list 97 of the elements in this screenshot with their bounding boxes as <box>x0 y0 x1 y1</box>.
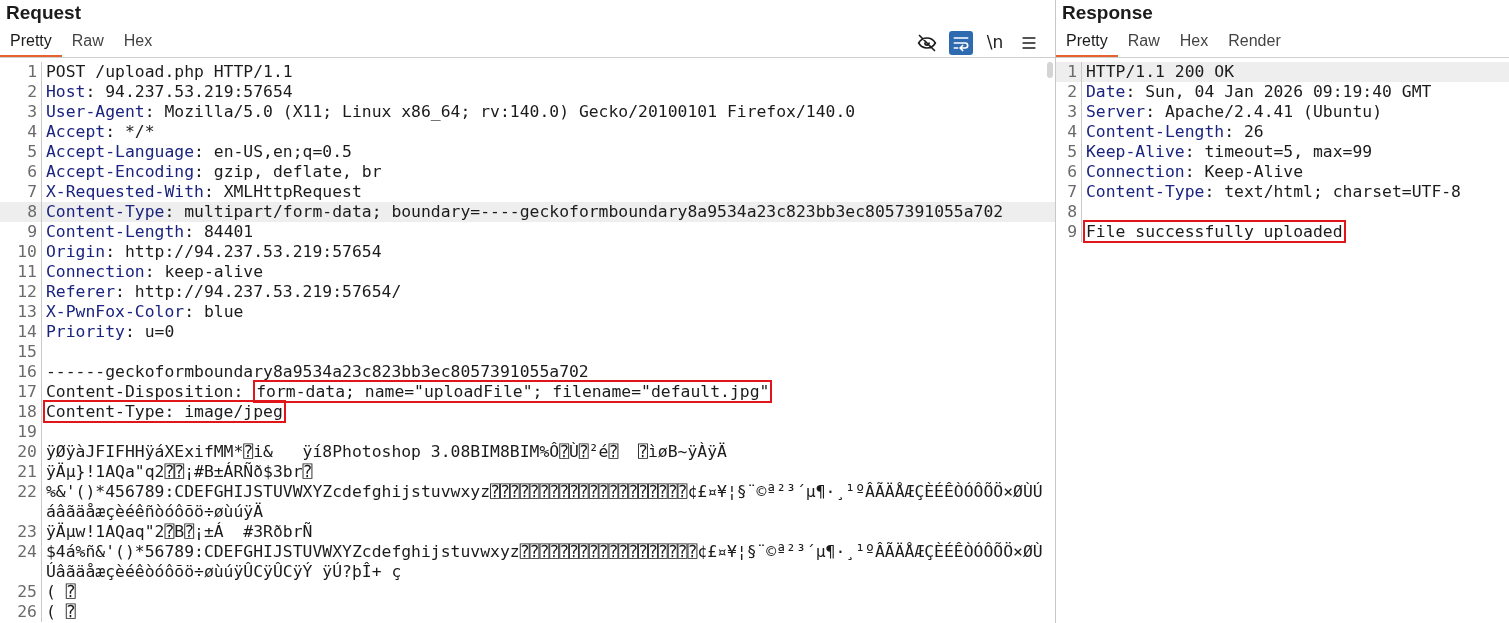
header-name: Content-Length <box>46 222 185 241</box>
code-text: : 84401 <box>184 222 254 241</box>
line-number: 22 <box>0 482 42 522</box>
line-number: 3 <box>0 102 42 122</box>
tab[interactable]: Hex <box>113 27 163 57</box>
code-text: ÿØÿàJFIFHHÿáXExifMM*⍰i& ÿí8Photoshop 3.08BIM8BIM%Ô⍰Ù⍰²é⍰ ⍰ìøB~ÿÀÿÄ <box>46 442 727 461</box>
line-number: 2 <box>0 82 42 102</box>
line-number: 3 <box>1056 102 1082 122</box>
header-name: Origin <box>46 242 106 261</box>
line-number: 18 <box>0 402 42 422</box>
header-name: Content-Type <box>1086 182 1205 201</box>
code-text: : keep-alive <box>144 262 264 281</box>
line-number: 23 <box>0 522 42 542</box>
header-name: Content-Length <box>1086 122 1225 141</box>
code-text: ÿÄµ}!1AQa"q2⍰⍰¡#B±ÁRÑð$3br⍰ <box>46 462 313 481</box>
tab[interactable]: Pretty <box>1056 27 1118 57</box>
code-text: HTTP/1.1 200 OK <box>1086 62 1235 81</box>
line-number: 6 <box>0 162 42 182</box>
code-text: : Sun, 04 Jan 2026 09:19:40 GMT <box>1125 82 1432 101</box>
panel-title: Response <box>1061 1 1154 25</box>
line-number: 25 <box>0 582 42 602</box>
line-number: 10 <box>0 242 42 262</box>
line-number: 12 <box>0 282 42 302</box>
tab[interactable]: Raw <box>1117 27 1170 57</box>
code-text: : Keep-Alive <box>1184 162 1304 181</box>
line-number: 11 <box>0 262 42 282</box>
line-number: 24 <box>0 542 42 582</box>
line-number: 4 <box>1056 122 1082 142</box>
code-text: ( ⍰ <box>46 602 76 621</box>
line-number: 17 <box>0 382 42 402</box>
line-number: 15 <box>0 342 42 362</box>
line-number: 5 <box>0 142 42 162</box>
line-number: 6 <box>1056 162 1082 182</box>
header-name: Connection <box>1086 162 1185 181</box>
code-text: : multipart/form-data; boundary=----geckoformboundary8a9534a23c823bb3ec8057391055a702 <box>164 202 1004 221</box>
code-text: POST /upload.php HTTP/1.1 <box>46 62 293 81</box>
code-text: : Apache/2.4.41 (Ubuntu) <box>1145 102 1383 121</box>
header-name: Connection <box>46 262 145 281</box>
line-number: 1 <box>1056 62 1082 82</box>
code-text: : */* <box>105 122 155 141</box>
tab[interactable]: Raw <box>61 27 114 57</box>
header-name: Keep-Alive <box>1086 142 1185 161</box>
line-number: 9 <box>1056 222 1082 242</box>
code-text: $4á%ñ&'()*56789:CDEFGHIJSTUVWXYZcdefghijstuvwxyz⍰⍰⍰⍰⍰⍰⍰⍰⍰⍰⍰⍰⍰⍰⍰⍰⍰⍰¢£¤¥¦§¨©ª²³´µ¶·¸¹ºÂÃÄÅÆÇÈÉÊÒÓÔÕÖ×ØÙÚâãäåæçèéêòóôõö÷øùúÿÛCÿÛCÿÝ ÿÚ?þÎ+ ç <box>46 542 1043 581</box>
panel-title: Request <box>5 1 82 25</box>
line-number: 16 <box>0 362 42 382</box>
line-number: 8 <box>0 202 42 222</box>
header-name: Priority <box>46 322 125 341</box>
highlight-box: File successfully uploaded <box>1083 220 1346 243</box>
code-text: : XMLHttpRequest <box>203 182 362 201</box>
header-name: Host <box>46 82 86 101</box>
line-number: 7 <box>1056 182 1082 202</box>
header-name: Content-Type <box>46 202 165 221</box>
line-number: 5 <box>1056 142 1082 162</box>
code-text: : text/html; charset=UTF-8 <box>1204 182 1461 201</box>
line-number: 20 <box>0 442 42 462</box>
line-number: 4 <box>0 122 42 142</box>
line-number: 19 <box>0 422 42 442</box>
code-text: : Mozilla/5.0 (X11; Linux x86_64; rv:140.0) Gecko/20100101 Firefox/140.0 <box>144 102 856 121</box>
header-name: Server <box>1086 102 1146 121</box>
code-text: : gzip, deflate, br <box>194 162 382 181</box>
line-number: 14 <box>0 322 42 342</box>
code-text: : 94.237.53.219:57654 <box>85 82 293 101</box>
header-name: Referer <box>46 282 116 301</box>
header-name: X-Requested-With <box>46 182 204 201</box>
tab[interactable]: Hex <box>1169 27 1219 57</box>
tab[interactable]: Render <box>1218 27 1291 57</box>
line-number: 2 <box>1056 82 1082 102</box>
code-text: ÿÄµw!1AQaq"2⍰B⍰¡±Á #3RðbrÑ <box>46 522 313 541</box>
newline-button[interactable]: \n <box>983 30 1007 55</box>
line-number: 26 <box>0 602 42 622</box>
line-number: 1 <box>0 62 42 82</box>
header-name: Accept-Language <box>46 142 195 161</box>
code-text: : blue <box>184 302 244 321</box>
code-text: : timeout=5, max=99 <box>1184 142 1373 161</box>
code-text: : http://94.237.53.219:57654 <box>105 242 382 261</box>
code-text: : 26 <box>1224 122 1264 141</box>
code-text: ------geckoformboundary8a9534a23c823bb3ec8057391055a702 <box>46 362 589 381</box>
line-number: 13 <box>0 302 42 322</box>
header-name: Accept-Encoding <box>46 162 195 181</box>
code-text: : en-US,en;q=0.5 <box>194 142 352 161</box>
scrollbar-thumb <box>1047 62 1053 78</box>
code-text: ( ⍰ <box>46 582 76 601</box>
line-number: 8 <box>1056 202 1082 222</box>
highlight-box: form-data; name="uploadFile"; filename="default.jpg" <box>253 380 773 403</box>
header-name: X-PwnFox-Color <box>46 302 185 321</box>
line-number: 21 <box>0 462 42 482</box>
header-name: Date <box>1086 82 1126 101</box>
highlight-box: Content-Type: image/jpeg <box>43 400 286 423</box>
header-name: User-Agent <box>46 102 145 121</box>
line-number: 9 <box>0 222 42 242</box>
code-text: Content-Disposition: <box>46 382 245 401</box>
code-text: : http://94.237.53.219:57654/ <box>115 282 402 301</box>
wrap-button[interactable] <box>949 30 973 55</box>
tab[interactable]: Pretty <box>0 27 62 57</box>
header-name: Accept <box>46 122 106 141</box>
code-text: : u=0 <box>124 322 175 341</box>
